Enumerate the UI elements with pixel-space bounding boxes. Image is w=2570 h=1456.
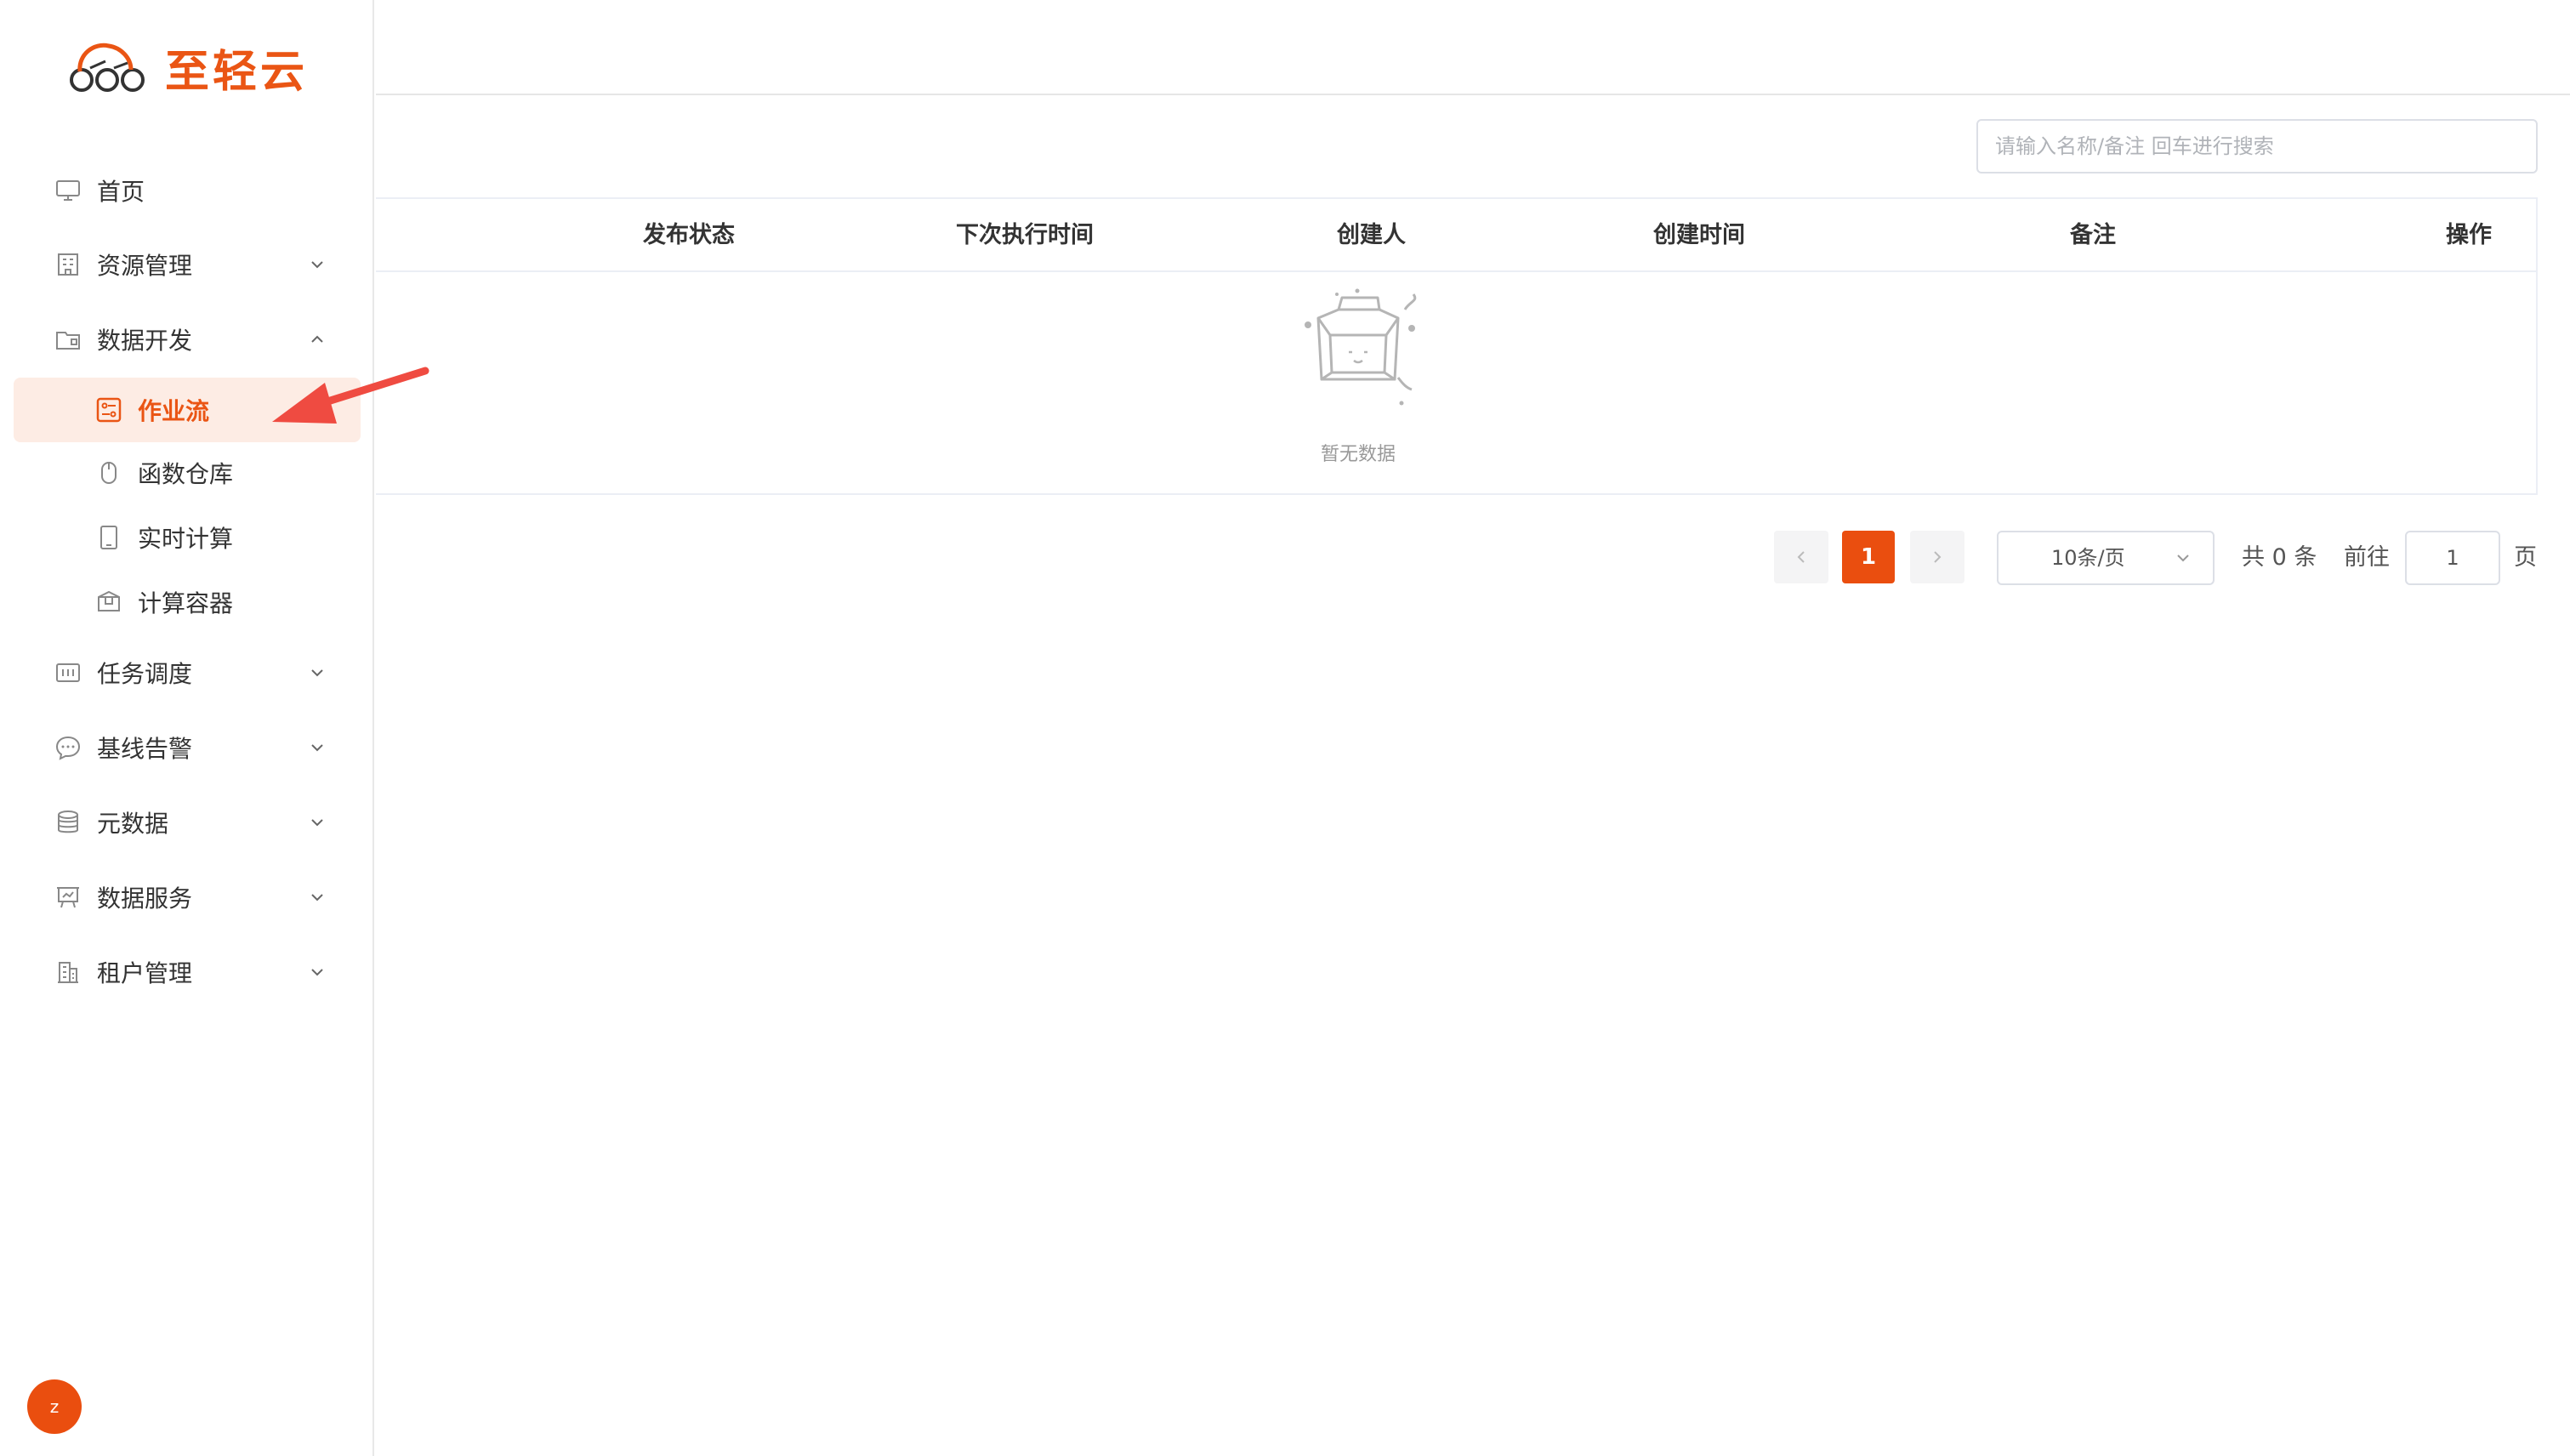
- next-page-button[interactable]: [1910, 531, 1964, 583]
- logo[interactable]: 至轻云: [68, 36, 308, 99]
- sidebar-subitem-label: 计算容器: [138, 589, 234, 617]
- sidebar-subitem-container[interactable]: 计算容器: [14, 570, 361, 634]
- prev-page-button[interactable]: [1774, 531, 1828, 583]
- chevron-left-icon: [1797, 551, 1805, 563]
- sidebar-item-label: 资源管理: [97, 252, 193, 280]
- sidebar-item-home[interactable]: 首页: [14, 158, 361, 223]
- sidebar-item-label: 数据服务: [97, 884, 193, 913]
- sidebar-subitem-label: 实时计算: [138, 525, 234, 553]
- sidebar-item-label: 首页: [97, 178, 145, 206]
- column-header-publish-status: 发布状态: [643, 222, 735, 248]
- empty-state: 暂无数据: [376, 272, 2536, 495]
- sidebar-item-label: 租户管理: [97, 959, 193, 987]
- sidebar-item-label: 任务调度: [97, 660, 193, 688]
- sidebar-item-data-service[interactable]: 数据服务: [14, 865, 361, 930]
- folder-icon: [56, 332, 80, 350]
- sidebar-subitem-realtime[interactable]: 实时计算: [14, 505, 361, 570]
- schedule-icon: [56, 663, 80, 682]
- search-input[interactable]: [1976, 119, 2538, 173]
- sidebar-item-label: 基线告警: [97, 735, 193, 763]
- sidebar-item-tenant[interactable]: 租户管理: [14, 940, 361, 1004]
- column-header-creator: 创建人: [1337, 222, 1406, 248]
- sidebar-subitem-label: 作业流: [138, 397, 210, 425]
- tablet-icon: [100, 526, 117, 549]
- cloud-logo-icon: [70, 43, 145, 92]
- brand-name: 至轻云: [165, 46, 309, 98]
- database-icon: [58, 810, 78, 833]
- sidebar-item-resource[interactable]: 资源管理: [14, 232, 361, 297]
- chevron-down-icon: [311, 261, 323, 269]
- sidebar-item-schedule[interactable]: 任务调度: [14, 640, 361, 705]
- chevron-down-icon: [2177, 555, 2189, 562]
- chevron-down-icon: [311, 969, 323, 976]
- empty-text: 暂无数据: [1320, 444, 1396, 465]
- chevron-up-icon: [311, 335, 323, 343]
- column-header-create-time: 创建时间: [1653, 222, 1745, 248]
- column-header-actions: 操作: [2446, 222, 2492, 248]
- page-size-select[interactable]: 10条/页: [1997, 531, 2215, 585]
- chevron-right-icon: [1934, 551, 1942, 563]
- pagination-total: 共 0 条: [2242, 544, 2317, 571]
- table-header: 发布状态 下次执行时间 创建人 创建时间 备注 操作: [376, 199, 2536, 272]
- goto-page-input[interactable]: [2405, 531, 2500, 585]
- pagination-goto-label: 前往: [2344, 544, 2390, 571]
- sidebar: 至轻云 首页 资源管理 数据开发 作业流 函数仓库 实时计算 计算容器 任务调度…: [0, 0, 374, 1456]
- column-header-remark: 备注: [2070, 222, 2116, 248]
- presentation-icon: [57, 887, 79, 908]
- building-icon: [58, 253, 78, 276]
- sidebar-subitem-label: 函数仓库: [138, 460, 234, 488]
- monitor-icon: [56, 180, 80, 201]
- pagination-page-suffix: 页: [2514, 544, 2537, 571]
- workflow-table: 发布状态 下次执行时间 创建人 创建时间 备注 操作 暂无数据: [376, 197, 2538, 495]
- office-icon: [58, 962, 78, 983]
- page-number-current[interactable]: 1: [1842, 531, 1895, 583]
- box-icon: [98, 590, 120, 611]
- column-header-next-run-time: 下次执行时间: [956, 222, 1094, 248]
- chevron-down-icon: [311, 669, 323, 677]
- chevron-down-icon: [311, 894, 323, 901]
- top-header: [376, 0, 2570, 95]
- workflow-icon: [96, 397, 122, 423]
- sidebar-subitem-function-repo[interactable]: 函数仓库: [14, 441, 361, 505]
- empty-box-icon: [1305, 288, 1417, 406]
- sidebar-item-baseline-alert[interactable]: 基线告警: [14, 715, 361, 780]
- sidebar-item-metadata[interactable]: 元数据: [14, 790, 361, 855]
- sidebar-item-label: 数据开发: [97, 327, 193, 355]
- chat-icon: [55, 736, 81, 760]
- page-size-label: 10条/页: [2051, 546, 2125, 570]
- sidebar-item-label: 元数据: [97, 810, 169, 838]
- chevron-down-icon: [311, 744, 323, 752]
- avatar[interactable]: z: [27, 1379, 82, 1434]
- chevron-down-icon: [311, 819, 323, 827]
- mouse-icon: [101, 462, 117, 484]
